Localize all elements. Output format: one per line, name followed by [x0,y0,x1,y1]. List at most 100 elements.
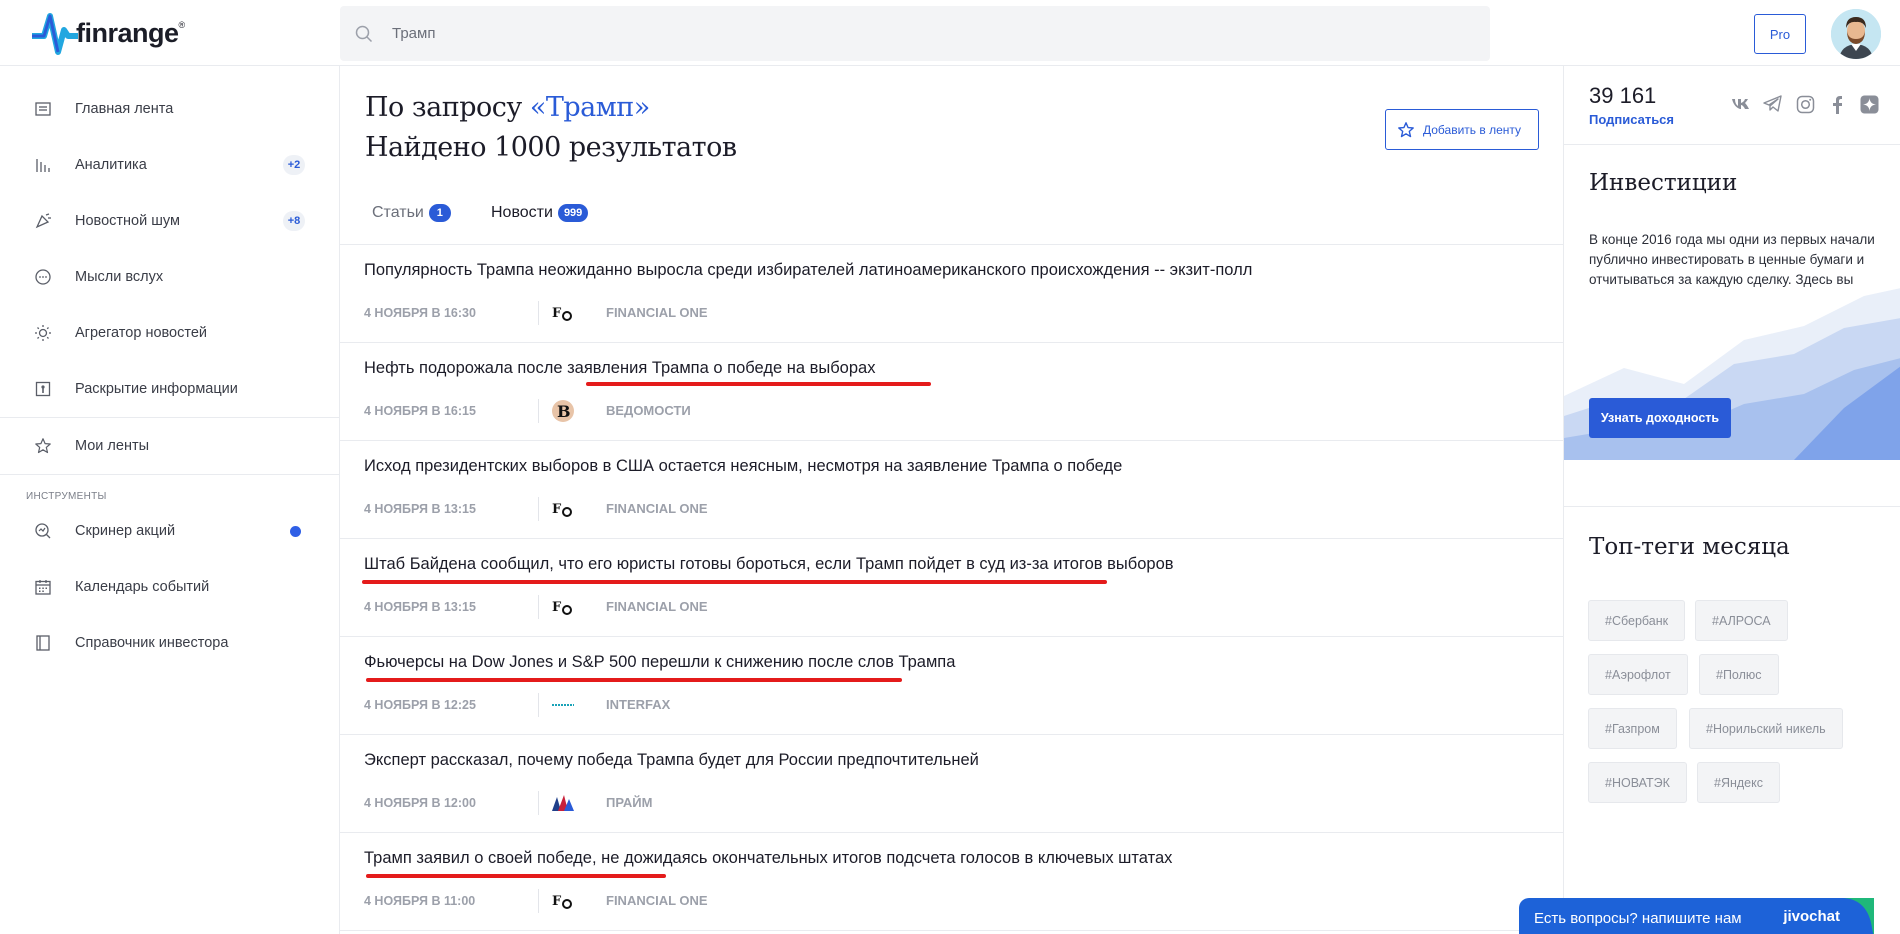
financial-one-logo-icon: F [551,301,575,325]
sidebar-item-thoughts[interactable]: Мысли вслух [0,257,339,297]
news-title[interactable]: Популярность Трампа неожиданно выросла с… [364,261,1252,280]
news-meta: 4 НОЯБРЯ В 11:00 F FINANCIAL ONE [364,889,708,913]
finrange-logo[interactable]: finrange® [30,5,185,61]
sidebar-item-label: Новостной шум [75,213,180,229]
vedomosti-logo-icon: B [551,399,575,423]
news-source[interactable]: FINANCIAL ONE [606,599,708,614]
disclosure-icon [33,379,53,399]
sidebar-divider [0,474,339,475]
status-dot [290,525,301,537]
sidebar-item-label: Агрегатор новостей [75,325,208,341]
sidebar-item-calendar[interactable]: Календарь событий [0,567,339,607]
news-title[interactable]: Фьючерсы на Dow Jones и S&P 500 перешли … [364,653,955,672]
sidebar-divider [0,417,339,418]
sidebar-item-label: Справочник инвестора [75,635,229,651]
vk-icon[interactable] [1731,94,1751,114]
sidebar-item-screener[interactable]: Скринер акций [0,511,339,551]
tag-chip[interactable]: #НОВАТЭК [1588,762,1687,803]
news-item[interactable]: Нефть подорожала после заявления Трампа … [340,343,1563,441]
news-title[interactable]: Нефть подорожала после заявления Трампа … [364,359,875,378]
sidebar-item-disclosure[interactable]: Раскрытие информации [0,369,339,409]
news-item[interactable]: Штаб Байдена сообщил, что его юристы гот… [340,539,1563,637]
news-source[interactable]: FINANCIAL ONE [606,893,708,908]
sidebar-item-label: Скринер акций [75,523,176,539]
chat-brand: jivochat [1783,908,1840,925]
news-item[interactable]: Эксперт рассказал, почему победа Трампа … [340,735,1563,833]
news-item[interactable]: Трамп заявил о своей победе, не дожидаяс… [340,833,1563,931]
add-to-feed-button[interactable]: Добавить в ленту [1385,109,1539,150]
sidebar-item-my-feeds[interactable]: Мои ленты [0,426,339,466]
query-term: «Трамп» [529,92,650,123]
meta-divider [538,497,539,521]
news-meta: 4 НОЯБРЯ В 13:15 F FINANCIAL ONE [364,595,708,619]
interfax-logo-icon [551,693,575,717]
svg-text:F: F [552,502,562,517]
news-source[interactable]: INTERFAX [606,697,670,712]
sidebar-item-aggregator[interactable]: Агрегатор новостей [0,313,339,353]
panel-divider [1564,144,1900,145]
search-input[interactable] [392,25,1392,42]
instagram-icon[interactable] [1795,94,1815,114]
news-title[interactable]: Штаб Байдена сообщил, что его юристы гот… [364,555,1174,574]
financial-one-logo-icon: F [551,595,575,619]
news-meta: 4 НОЯБРЯ В 16:15 B ВЕДОМОСТИ [364,399,691,423]
news-item[interactable]: Фьючерсы на Dow Jones и S&P 500 перешли … [340,637,1563,735]
tab-articles[interactable]: Статьи 1 [372,204,451,222]
sidebar-item-label: Раскрытие информации [75,381,238,397]
news-source[interactable]: ПРАЙМ [606,795,652,810]
tag-chip[interactable]: #Аэрофлот [1588,654,1688,695]
subscribe-link[interactable]: Подписаться [1589,112,1674,127]
sidebar-item-main-feed[interactable]: Главная лента [0,89,339,129]
avatar-image [1831,9,1881,59]
learn-returns-button[interactable]: Узнать доходность [1589,398,1731,438]
star-icon [33,436,53,456]
search-bar[interactable] [340,6,1490,61]
news-item[interactable]: Исход президентских выборов в США остает… [340,441,1563,539]
meta-divider [538,595,539,619]
prime-logo-icon [551,791,575,815]
sidebar-section-title: ИНСТРУМЕНТЫ [26,491,107,502]
sidebar-item-label: Мысли вслух [75,269,164,285]
top-tags-title: Топ-теги месяца [1589,534,1790,560]
svg-text:F: F [552,894,562,909]
tag-chip[interactable]: #Полюс [1699,654,1779,695]
top-bar: finrange® Pro [0,0,1900,66]
news-title[interactable]: Трамп заявил о своей победе, не дожидаяс… [364,849,1172,868]
news-source[interactable]: FINANCIAL ONE [606,305,708,320]
news-source[interactable]: FINANCIAL ONE [606,501,708,516]
tag-chip[interactable]: #АЛРОСА [1695,600,1788,641]
news-title[interactable]: Эксперт рассказал, почему победа Трампа … [364,751,979,770]
news-title[interactable]: Исход президентских выборов в США остает… [364,457,1122,476]
sidebar-item-news-noise[interactable]: Новостной шум +8 [0,201,339,241]
screener-icon [33,521,53,541]
pro-button[interactable]: Pro [1754,14,1806,54]
panel-divider [1564,506,1900,507]
logo-text: finrange® [76,17,185,48]
svg-text:B: B [557,402,571,421]
count-badge: 999 [557,204,589,222]
tag-chip[interactable]: #Норильский никель [1689,708,1843,749]
chat-prompt: Есть вопросы? напишите нам [1534,909,1742,927]
tag-chip[interactable]: #Газпром [1588,708,1677,749]
book-icon [33,633,53,653]
sidebar-item-handbook[interactable]: Справочник инвестора [0,623,339,663]
facebook-icon[interactable] [1827,94,1847,114]
sidebar-item-label: Мои ленты [75,438,150,454]
red-annotation-underline [362,580,1107,584]
news-source[interactable]: ВЕДОМОСТИ [606,403,691,418]
meta-divider [538,889,539,913]
tag-chip[interactable]: #Сбербанк [1588,600,1686,641]
sidebar-item-analytics[interactable]: Аналитика +2 [0,145,339,185]
tab-news[interactable]: Новости 999 [491,204,589,222]
svg-text:F: F [552,306,562,321]
chat-widget[interactable]: Есть вопросы? напишите нам jivochat [1519,898,1874,934]
telegram-icon[interactable] [1763,94,1783,114]
avatar[interactable] [1831,9,1881,59]
news-date: 4 НОЯБРЯ В 13:15 [364,600,476,614]
news-item[interactable]: Популярность Трампа неожиданно выросла с… [340,245,1563,343]
financial-one-logo-icon: F [551,497,575,521]
tag-chip[interactable]: #Яндекс [1697,762,1780,803]
results-count: Найдено 1000 результатов [365,132,737,163]
tab-label: Статьи [372,204,424,221]
zen-icon[interactable] [1859,94,1879,114]
